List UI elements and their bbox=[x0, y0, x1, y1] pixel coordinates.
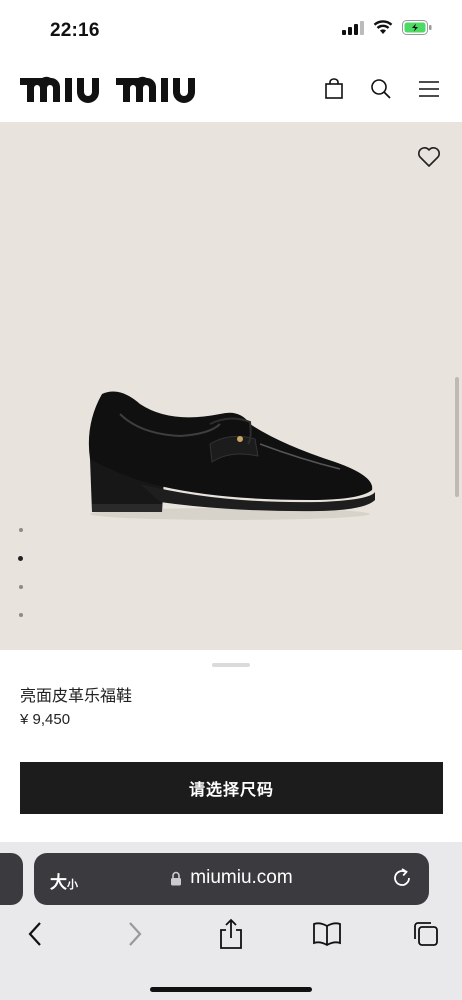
scrollbar[interactable] bbox=[455, 377, 459, 497]
sheet-drag-handle[interactable] bbox=[212, 663, 250, 667]
browser-chrome: 大小 miumiu.com bbox=[0, 842, 462, 1000]
select-size-button[interactable]: 请选择尺码 bbox=[20, 762, 443, 814]
lock-icon bbox=[171, 871, 182, 885]
product-sheet: 亮面皮革乐福鞋 ¥ 9,450 请选择尺码 bbox=[0, 650, 462, 850]
browser-toolbar bbox=[0, 917, 462, 957]
product-image-carousel[interactable] bbox=[0, 122, 462, 650]
bookmarks-icon[interactable] bbox=[312, 917, 342, 951]
loafer-shoe-image bbox=[88, 391, 375, 520]
site-header bbox=[0, 62, 462, 122]
status-icons bbox=[342, 20, 432, 35]
status-bar: 22:16 bbox=[0, 0, 462, 60]
miu-miu-logo[interactable] bbox=[20, 72, 198, 104]
product-price: ¥ 9,450 bbox=[20, 711, 71, 728]
url-display[interactable]: miumiu.com bbox=[34, 867, 429, 889]
address-bar[interactable]: 大小 miumiu.com bbox=[34, 853, 429, 905]
status-time: 22:16 bbox=[50, 20, 100, 41]
gallery-dot-active[interactable] bbox=[18, 556, 23, 561]
forward-icon[interactable] bbox=[120, 917, 150, 951]
product-name: 亮面皮革乐福鞋 bbox=[20, 688, 133, 705]
back-icon[interactable] bbox=[20, 917, 50, 951]
gallery-pagination bbox=[17, 528, 27, 641]
bag-icon[interactable] bbox=[321, 76, 347, 102]
gallery-dot[interactable] bbox=[19, 613, 23, 617]
wifi-icon bbox=[373, 20, 393, 34]
share-icon[interactable] bbox=[216, 917, 246, 951]
search-icon[interactable] bbox=[368, 76, 394, 102]
reload-icon[interactable] bbox=[391, 867, 413, 889]
heart-icon[interactable] bbox=[416, 144, 442, 170]
gallery-dot[interactable] bbox=[19, 585, 23, 589]
signal-icon bbox=[342, 20, 364, 35]
menu-icon[interactable] bbox=[416, 76, 442, 102]
battery-icon bbox=[402, 20, 432, 35]
gallery-dot[interactable] bbox=[19, 528, 23, 532]
previous-tab-peek[interactable] bbox=[0, 853, 23, 905]
url-text: miumiu.com bbox=[190, 867, 293, 888]
tabs-icon[interactable] bbox=[411, 917, 441, 951]
home-indicator bbox=[150, 987, 312, 992]
